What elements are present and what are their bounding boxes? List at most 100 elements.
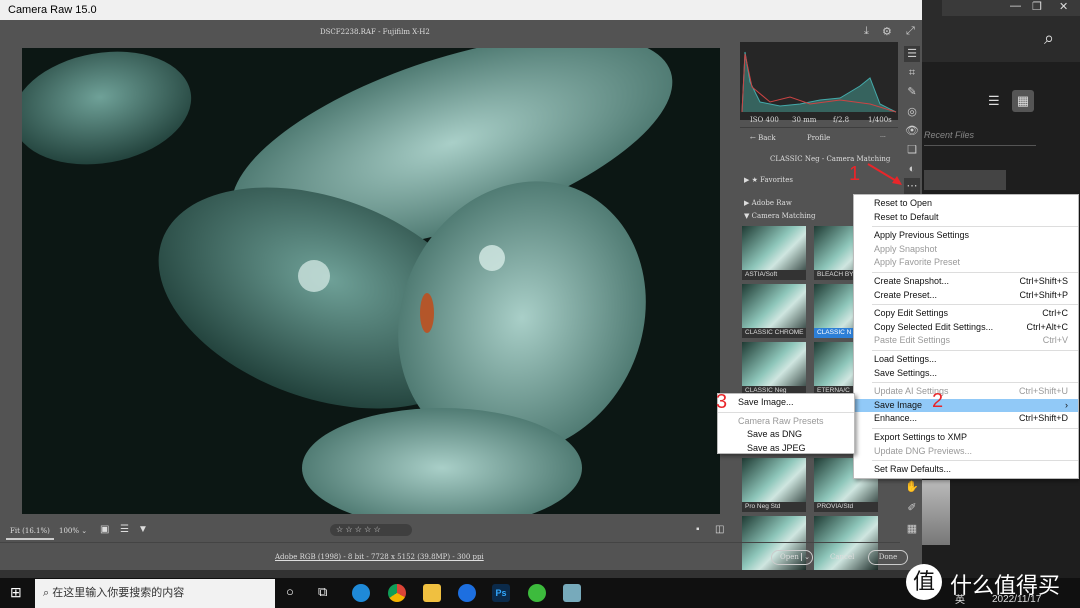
- chrome-icon[interactable]: [388, 584, 406, 602]
- more-options-icon[interactable]: ⋯: [904, 178, 920, 194]
- menu-item[interactable]: Load Settings...: [854, 353, 1078, 367]
- app-icon[interactable]: [563, 584, 581, 602]
- cancel-button[interactable]: Cancel: [830, 553, 854, 561]
- cortana-icon[interactable]: ○: [286, 584, 294, 599]
- edge-icon[interactable]: [352, 584, 370, 602]
- grid-overlay-icon[interactable]: ▦: [904, 521, 920, 537]
- menu-label: Enhance...: [874, 413, 918, 424]
- sort-icon[interactable]: ☰: [120, 524, 129, 535]
- menu-item[interactable]: Export Settings to XMP: [854, 431, 1078, 445]
- menu-item[interactable]: Create Preset... Ctrl+Shift+P: [854, 289, 1078, 303]
- compare-view-icon[interactable]: ◫: [715, 524, 724, 535]
- leaf-photo: [22, 48, 720, 514]
- annotation-2: 2: [932, 390, 944, 412]
- menu-item: Paste Edit Settings Ctrl+V: [854, 334, 1078, 348]
- single-view-icon[interactable]: ▪: [696, 524, 700, 535]
- group-camera-matching[interactable]: ▼ Camera Matching: [744, 212, 815, 220]
- annotation-3: 3: [716, 391, 728, 413]
- workflow-options-link[interactable]: Adobe RGB (1998) - 8 bit - 7728 x 5152 (…: [275, 553, 484, 561]
- language-indicator[interactable]: 英: [955, 591, 965, 606]
- close-icon[interactable]: ✕: [1059, 0, 1068, 13]
- menu-item[interactable]: Copy Edit Settings Ctrl+C: [854, 307, 1078, 321]
- search-placeholder: 在这里输入你要搜索的内容: [52, 587, 185, 599]
- more-options-menu: Reset to Open Reset to Default Apply Previ…: [853, 194, 1079, 479]
- menu-separator: [872, 427, 1078, 429]
- taskbar: ⊞ ⌕ 在这里输入你要搜索的内容 ○ ⧉ Ps 值 什么值得买 英 2022/1…: [0, 564, 1080, 608]
- open-dropdown-icon[interactable]: ⌄: [801, 553, 810, 561]
- back-label: Back: [758, 134, 776, 142]
- snapshots-icon[interactable]: ❑: [904, 142, 920, 158]
- red-eye-icon[interactable]: 👁: [904, 123, 920, 139]
- profile-thumbnail[interactable]: CLASSIC CHROME: [742, 284, 806, 338]
- menu-item[interactable]: Apply Previous Settings: [854, 229, 1078, 243]
- crop-icon[interactable]: ⌗: [904, 65, 920, 81]
- task-view-icon[interactable]: ⧉: [318, 584, 327, 600]
- menu-item[interactable]: Save Image ›: [854, 398, 1078, 413]
- group-favorites[interactable]: ▶ ★ Favorites: [744, 176, 793, 184]
- profile-thumbnail[interactable]: CLASSIC Neg: [742, 342, 806, 396]
- star-rating[interactable]: ☆ ☆ ☆ ☆ ☆: [330, 524, 412, 536]
- eyedropper-icon[interactable]: ✐: [904, 500, 920, 516]
- presets-icon[interactable]: ◐: [904, 161, 920, 177]
- gear-icon[interactable]: ⚙: [882, 25, 892, 38]
- edit-sliders-icon[interactable]: ☰: [904, 46, 920, 62]
- menu-item[interactable]: Set Raw Defaults...: [854, 463, 1078, 477]
- app-icon[interactable]: [458, 584, 476, 602]
- healing-icon[interactable]: ✎: [904, 84, 920, 100]
- menu-label: Save Settings...: [874, 367, 938, 378]
- filter-icon[interactable]: ▼: [138, 524, 148, 535]
- profile-thumbnail[interactable]: [814, 516, 878, 570]
- save-as-jpeg-item[interactable]: Save as JPEG: [718, 442, 854, 456]
- mask-icon[interactable]: ◎: [904, 104, 920, 120]
- minimize-icon[interactable]: —: [1010, 0, 1021, 12]
- save-icon[interactable]: ⤓: [864, 25, 869, 38]
- menu-item[interactable]: Reset to Open: [854, 197, 1078, 211]
- back-button[interactable]: ← Back: [750, 134, 776, 142]
- menu-item: Update DNG Previews...: [854, 445, 1078, 459]
- taskbar-search[interactable]: ⌕ 在这里输入你要搜索的内容: [35, 579, 275, 608]
- group-adobe-raw[interactable]: ▶ Adobe Raw: [744, 199, 792, 207]
- menu-item[interactable]: Create Snapshot... Ctrl+Shift+S: [854, 275, 1078, 289]
- wechat-icon[interactable]: [528, 584, 546, 602]
- before-after-icon[interactable]: ▣: [100, 524, 109, 535]
- grid-view-icon[interactable]: ▦: [1012, 90, 1034, 112]
- profile-thumbnail[interactable]: ASTIA/Soft: [742, 226, 806, 280]
- menu-item[interactable]: Save Settings...: [854, 367, 1078, 381]
- annotation-arrow: [867, 163, 902, 185]
- window-title: Camera Raw 15.0: [0, 0, 922, 20]
- menu-label: Load Settings...: [874, 353, 937, 364]
- save-image-dialog-item[interactable]: Save Image...: [718, 396, 854, 410]
- menu-label: Save Image...: [738, 397, 794, 407]
- menu-item: Apply Snapshot: [854, 243, 1078, 257]
- menu-item[interactable]: Copy Selected Edit Settings... Ctrl+Alt+C: [854, 321, 1078, 335]
- hand-icon[interactable]: ✋: [904, 479, 920, 495]
- done-button[interactable]: Done: [868, 550, 908, 565]
- clock-date[interactable]: 2022/11/17: [992, 594, 1041, 605]
- menu-item[interactable]: Enhance... Ctrl+Shift+D: [854, 412, 1078, 426]
- open-label: Open: [780, 553, 799, 561]
- thumbnail-label: ASTIA/Soft: [742, 270, 806, 280]
- restore-icon[interactable]: ❐: [1032, 0, 1042, 13]
- menu-label: Export Settings to XMP: [874, 431, 968, 442]
- photo-preview[interactable]: [22, 48, 720, 514]
- open-button[interactable]: Open ⌄: [771, 550, 813, 565]
- list-view-icon[interactable]: ☰: [988, 93, 1000, 109]
- thumbnail-label: CLASSIC CHROME: [742, 328, 806, 338]
- fit-zoom-button[interactable]: Fit (16.1%): [10, 527, 50, 535]
- windows-start-icon[interactable]: ⊞: [10, 584, 22, 601]
- menu-separator: [872, 349, 1078, 351]
- menu-separator: [872, 460, 1078, 462]
- menu-item[interactable]: Reset to Default: [854, 211, 1078, 225]
- photoshop-icon[interactable]: Ps: [492, 584, 510, 602]
- profile-more-button[interactable]: ...: [880, 132, 886, 139]
- save-as-dng-item[interactable]: Save as DNG: [718, 428, 854, 442]
- search-icon[interactable]: ⌕: [1044, 28, 1054, 49]
- group-label: Adobe Raw: [751, 199, 792, 207]
- annotation-1: 1: [849, 163, 861, 185]
- file-explorer-icon[interactable]: [423, 584, 441, 602]
- menu-shortcut: Ctrl+Shift+P: [1019, 289, 1068, 300]
- profile-thumbnail[interactable]: Pro Neg Std: [742, 458, 806, 512]
- zoom-select[interactable]: 100% ⌄: [59, 527, 87, 535]
- group-label: Favorites: [760, 176, 793, 184]
- fullscreen-icon[interactable]: ⤢: [906, 25, 915, 38]
